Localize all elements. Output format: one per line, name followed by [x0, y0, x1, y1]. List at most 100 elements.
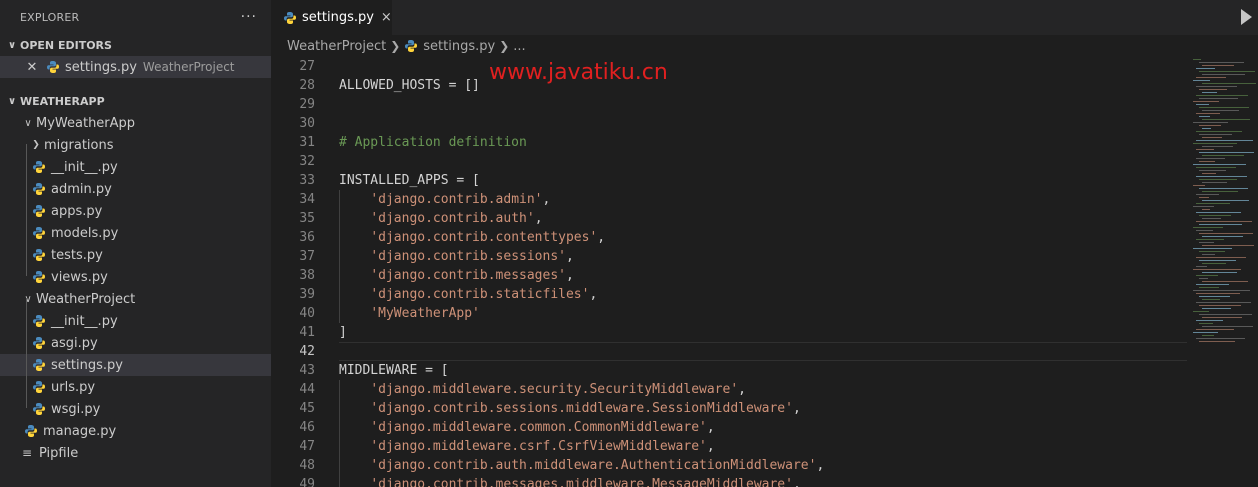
minimap-line	[1202, 326, 1253, 327]
minimap-line	[1193, 248, 1232, 249]
minimap-line	[1199, 71, 1255, 72]
open-editor-file: settings.py	[65, 59, 137, 75]
minimap-line	[1202, 155, 1244, 156]
code-line: 'django.contrib.admin',	[339, 190, 824, 209]
code-line: 'django.contrib.staticfiles',	[339, 285, 824, 304]
line-number: 48	[299, 458, 315, 473]
code-token: 'django.contrib.admin'	[370, 192, 543, 207]
tree-item[interactable]: asgi.py	[0, 332, 271, 354]
tree-item[interactable]: ∨ MyWeatherApp	[0, 112, 271, 134]
tree-item[interactable]: __init__.py	[0, 156, 271, 178]
code-punct: ,	[816, 458, 825, 473]
watermark: www.javatiku.cn	[489, 60, 668, 85]
tree-item[interactable]: models.py	[0, 222, 271, 244]
tree-item-label: Pipfile	[39, 445, 79, 461]
tree-item-label: WeatherProject	[36, 291, 136, 307]
minimap-line	[1193, 80, 1210, 81]
minimap-line	[1202, 263, 1226, 264]
tree-item[interactable]: ≡ Pipfile	[0, 442, 271, 464]
explorer-header: EXPLORER ···	[0, 0, 271, 34]
code-punct: ,	[589, 287, 598, 302]
tab-close-icon[interactable]: ×	[381, 10, 392, 25]
minimap-line	[1199, 251, 1225, 252]
minimap-line	[1196, 68, 1215, 69]
code-token: 'django.contrib.sessions'	[370, 249, 566, 264]
tree-item[interactable]: tests.py	[0, 244, 271, 266]
code-punct: ,	[565, 249, 574, 264]
minimap-line	[1199, 170, 1226, 171]
minimap-line	[1199, 260, 1236, 261]
line-number: 36	[299, 230, 315, 245]
minimap-line	[1196, 203, 1230, 204]
minimap[interactable]	[1191, 57, 1258, 487]
open-editors-section[interactable]: ∨ OPEN EDITORS	[0, 34, 271, 56]
code-token: 'django.contrib.messages'	[370, 268, 566, 283]
minimap-line	[1202, 173, 1216, 174]
tree-item[interactable]: urls.py	[0, 376, 271, 398]
minimap-line	[1202, 128, 1211, 129]
tree-item[interactable]: manage.py	[0, 420, 271, 442]
minimap-line	[1196, 194, 1219, 195]
python-file-icon	[32, 314, 46, 328]
minimap-line	[1202, 218, 1221, 219]
code-punct: ,	[738, 382, 746, 397]
python-file-icon	[32, 336, 46, 350]
python-file-icon	[404, 39, 418, 53]
tree-item[interactable]: __init__.py	[0, 310, 271, 332]
line-number: 34	[299, 192, 315, 207]
python-file-icon	[32, 160, 46, 174]
minimap-line	[1196, 230, 1213, 231]
code-line: 'django.contrib.contenttypes',	[339, 228, 824, 247]
tree-item[interactable]: admin.py	[0, 178, 271, 200]
code-punct: ,	[542, 192, 551, 207]
code-line: 'django.middleware.security.SecurityMidd…	[339, 380, 824, 399]
minimap-line	[1199, 62, 1244, 63]
code-line: 'django.contrib.sessions.middleware.Sess…	[339, 399, 824, 418]
tree-item-label: __init__.py	[51, 313, 118, 329]
close-icon[interactable]: ✕	[24, 60, 40, 75]
minimap-line	[1196, 329, 1234, 330]
more-actions-icon[interactable]: ···	[241, 9, 257, 25]
open-editor-item[interactable]: ✕ settings.py WeatherProject	[0, 56, 271, 78]
breadcrumb-folder[interactable]: WeatherProject	[287, 39, 386, 54]
code-punct: ,	[792, 401, 801, 416]
tree-item[interactable]: apps.py	[0, 200, 271, 222]
code-editor[interactable]: 27 28 29 30 31 32 33 34 35 36 37 38 39 40 41 42 43 44 45 46…	[271, 57, 1187, 487]
breadcrumb-file[interactable]: settings.py	[423, 39, 495, 54]
code-token: 'django.contrib.messages.middleware.Mess…	[370, 477, 793, 487]
minimap-line	[1199, 314, 1252, 315]
tab-bar: settings.py ×	[271, 0, 1258, 35]
tab-settings[interactable]: settings.py ×	[271, 0, 392, 35]
explorer-title: EXPLORER	[20, 10, 80, 24]
python-file-icon	[32, 380, 46, 394]
tree-item[interactable]: ∨ WeatherProject	[0, 288, 271, 310]
tree-item[interactable]: wsgi.py	[0, 398, 271, 420]
code-area[interactable]: ALLOWED_HOSTS = [] # Application definiti…	[339, 57, 824, 487]
breadcrumb-rest[interactable]: ...	[513, 39, 525, 54]
code-punct: ,	[706, 439, 715, 454]
minimap-line	[1202, 308, 1231, 309]
tree-item-label: asgi.py	[51, 335, 98, 351]
minimap-line	[1202, 335, 1214, 336]
line-number: 33	[299, 173, 315, 188]
tree-item[interactable]: ❯ migrations	[0, 134, 271, 156]
run-play-icon[interactable]	[1241, 9, 1252, 25]
workspace-section[interactable]: ∨ WEATHERAPP	[0, 90, 271, 112]
tree-item[interactable]: settings.py	[0, 354, 271, 376]
line-number: 35	[299, 211, 315, 226]
tree-item[interactable]: views.py	[0, 266, 271, 288]
code-line: 'django.contrib.sessions',	[339, 247, 824, 266]
tree-item-label: urls.py	[51, 379, 96, 395]
minimap-line	[1199, 134, 1232, 135]
line-number: 41	[299, 325, 315, 340]
tree-indent-guide	[26, 298, 27, 408]
